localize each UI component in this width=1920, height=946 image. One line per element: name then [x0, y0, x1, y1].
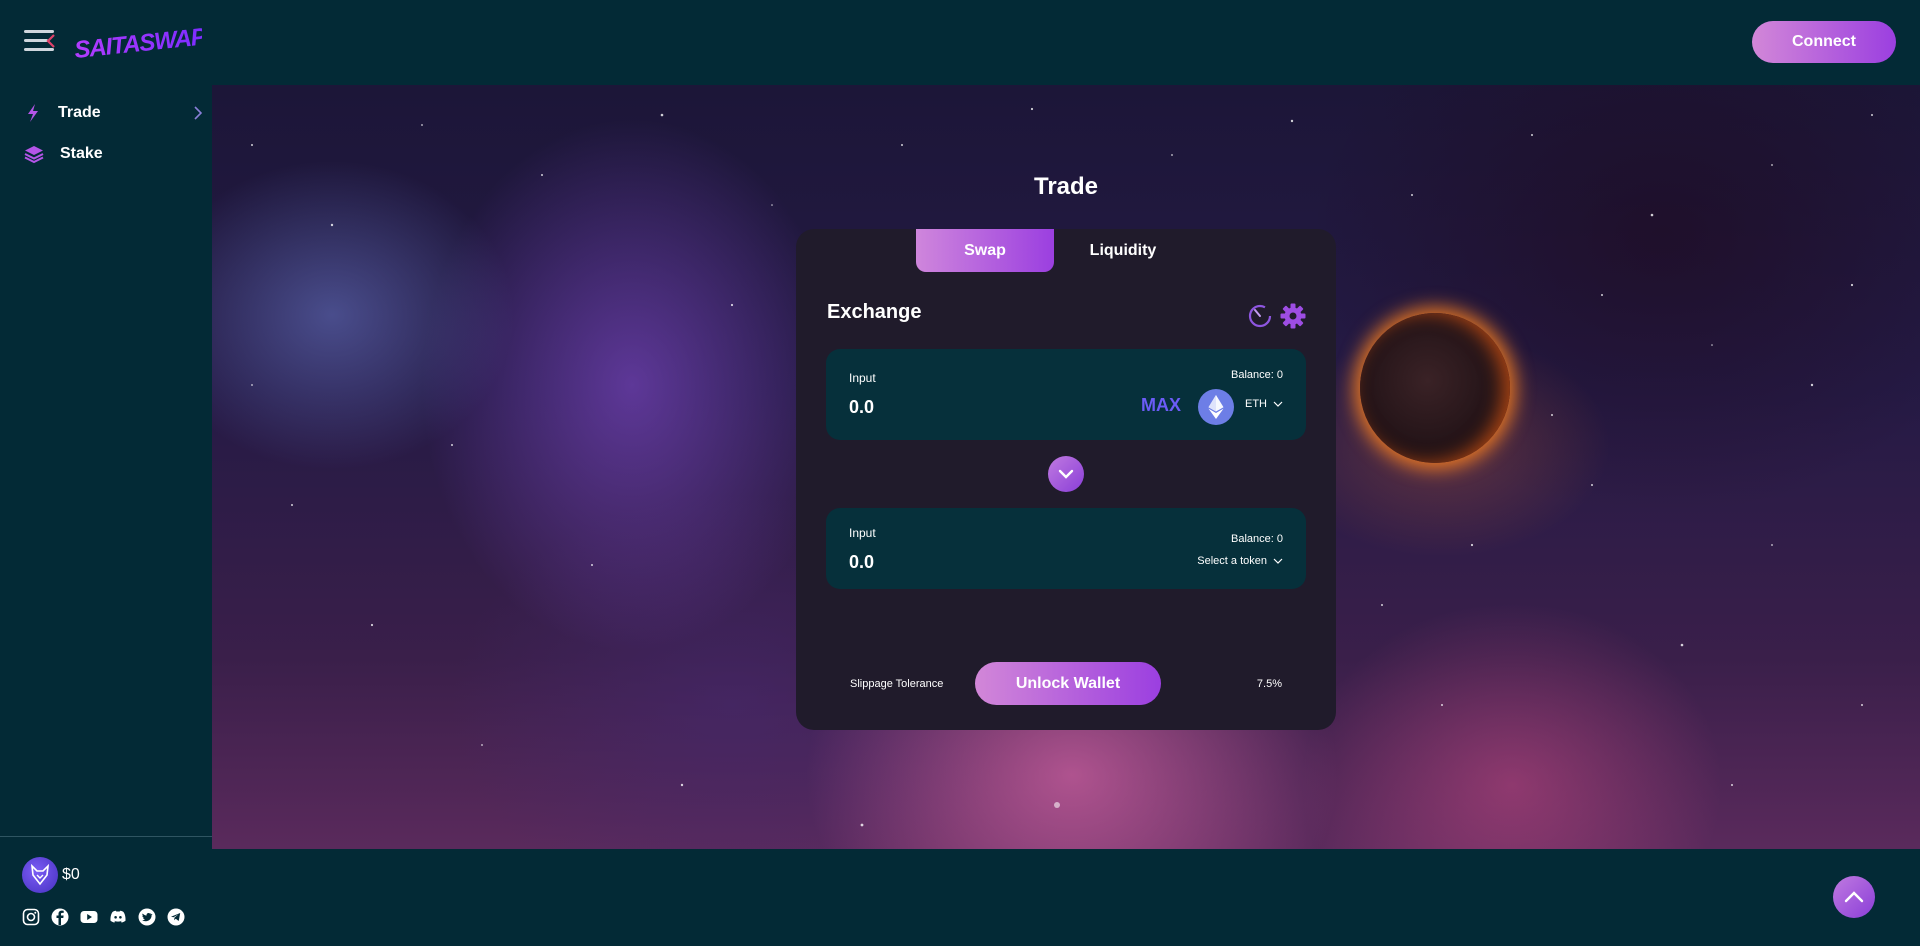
tab-liquidity[interactable]: Liquidity — [1054, 229, 1192, 272]
swap-card: Swap Liquidity Exchange Input Balance: 0… — [796, 229, 1336, 730]
from-token-panel: Input Balance: 0 0.0 MAX ETH — [826, 349, 1306, 440]
telegram-icon[interactable] — [167, 908, 185, 926]
chevron-down-icon — [1273, 558, 1283, 564]
menu-line-icon — [24, 39, 48, 42]
select-token-label: Select a token — [1197, 555, 1267, 567]
slippage-value: 7.5% — [1256, 678, 1282, 690]
trade-icon — [28, 104, 38, 122]
main-content: Trade Swap Liquidity Exchange Input Bala… — [212, 85, 1920, 849]
tab-swap[interactable]: Swap — [916, 229, 1054, 272]
from-token-select[interactable]: ETH — [1245, 398, 1283, 410]
from-token-symbol: ETH — [1245, 398, 1267, 410]
trade-tabs: Swap Liquidity — [916, 229, 1192, 272]
to-balance: Balance: 0 — [1231, 533, 1283, 545]
sidebar-item-label: Trade — [58, 104, 101, 121]
chevron-down-icon — [1058, 469, 1074, 479]
discord-icon[interactable] — [109, 908, 127, 926]
to-amount-input[interactable]: 0.0 — [849, 552, 874, 573]
sidebar-item-trade[interactable]: Trade — [24, 99, 202, 127]
exchange-title: Exchange — [827, 301, 922, 323]
menu-line-icon — [24, 48, 54, 51]
to-token-panel: Input Balance: 0 0.0 Select a token — [826, 508, 1306, 589]
token-price: $0 — [22, 857, 80, 893]
max-button[interactable]: MAX — [1141, 395, 1181, 416]
chevron-down-icon — [1273, 401, 1283, 407]
settings-gear-icon[interactable] — [1279, 302, 1307, 330]
sidebar-divider — [0, 836, 212, 837]
sidebar: Trade Stake $0 — [0, 85, 212, 946]
to-token-select[interactable]: Select a token — [1197, 555, 1283, 567]
sidebar-item-stake[interactable]: Stake — [24, 140, 200, 168]
collapse-arrow-icon — [46, 34, 55, 48]
menu-toggle-button[interactable] — [24, 28, 56, 54]
from-balance: Balance: 0 — [1231, 369, 1283, 381]
planet-image — [1360, 313, 1510, 463]
slippage-label: Slippage Tolerance — [850, 678, 944, 690]
token-price-value: $0 — [62, 866, 80, 883]
unlock-wallet-button[interactable]: Unlock Wallet — [975, 662, 1161, 705]
stake-icon — [24, 146, 44, 164]
from-input-label: Input — [849, 371, 876, 385]
top-header: SAITASWAP Connect — [0, 0, 1920, 85]
from-amount-input[interactable]: 0.0 — [849, 397, 874, 418]
token-logo-icon — [22, 857, 58, 893]
youtube-icon[interactable] — [80, 908, 98, 926]
menu-line-icon — [24, 30, 54, 33]
page-title: Trade — [1033, 173, 1099, 200]
saitaswap-logo[interactable]: SAITASWAP — [72, 18, 209, 64]
svg-text:SAITASWAP: SAITASWAP — [73, 23, 202, 64]
recent-transactions-icon[interactable] — [1248, 304, 1272, 328]
switch-direction-button[interactable] — [1048, 456, 1084, 492]
twitter-icon[interactable] — [138, 908, 156, 926]
to-input-label: Input — [849, 526, 876, 540]
connect-button[interactable]: Connect — [1752, 21, 1896, 63]
chevron-up-icon — [1844, 891, 1864, 903]
facebook-icon[interactable] — [51, 908, 69, 926]
scroll-to-top-button[interactable] — [1833, 876, 1875, 918]
social-links — [22, 908, 185, 926]
sidebar-item-label: Stake — [60, 145, 103, 162]
eth-token-icon — [1198, 389, 1234, 425]
instagram-icon[interactable] — [22, 908, 40, 926]
chevron-right-icon — [194, 106, 202, 120]
